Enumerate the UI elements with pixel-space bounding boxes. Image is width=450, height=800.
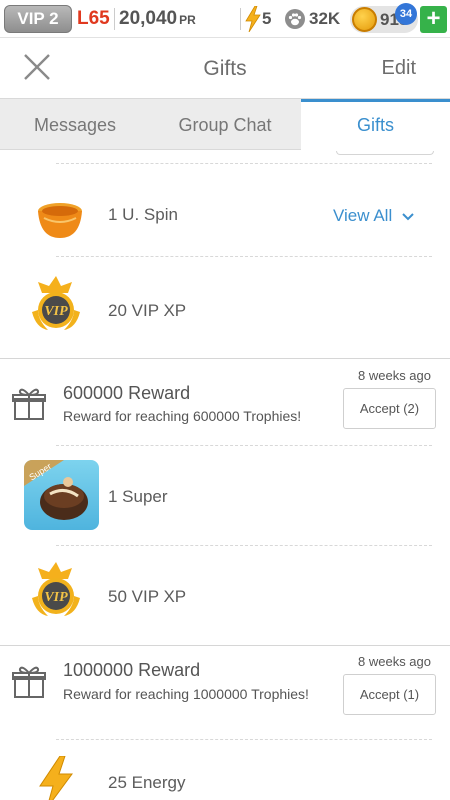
edit-button[interactable]: Edit [382, 57, 416, 80]
header: Gifts Edit [0, 38, 450, 98]
gifts-count-badge: 34 [395, 3, 417, 25]
gift-item-label: 50 VIP XP [108, 587, 187, 606]
reward-timestamp: 8 weeks ago [358, 368, 431, 383]
gift-item-label: 20 VIP XP [108, 301, 187, 320]
paws-value: 32K [309, 9, 341, 28]
vip-medal-icon: VIP [32, 562, 80, 616]
gift-item-label: 1 U. Spin [108, 205, 178, 224]
gift-icon [12, 388, 46, 420]
player-level: L65 [77, 8, 110, 29]
gift-list: 1 U. Spin View All VIP 20 VIP XP 600000 … [0, 151, 450, 800]
gift-item-label: 25 Energy [108, 773, 186, 792]
tab-messages[interactable]: Messages [0, 99, 150, 150]
coin-icon [352, 7, 377, 32]
vip-level-badge[interactable]: VIP 2 [4, 5, 72, 33]
divider [56, 163, 432, 164]
energy-icon [245, 6, 261, 32]
section-divider [0, 358, 450, 359]
reward-title: 600000 Reward [63, 383, 191, 403]
energy-value: 5 [262, 9, 272, 28]
spin-bowl-icon [38, 203, 82, 238]
tab-group-chat[interactable]: Group Chat [150, 99, 300, 150]
view-all-link[interactable]: View All [333, 206, 415, 226]
divider [114, 8, 115, 30]
paw-icon [285, 9, 305, 29]
chevron-down-icon [402, 212, 414, 220]
reward-timestamp: 8 weeks ago [358, 654, 431, 669]
section-divider [0, 645, 450, 646]
accept-button[interactable]: Accept (1) [343, 674, 436, 715]
divider [240, 8, 241, 30]
accept-button[interactable]: Accept (2) [343, 388, 436, 429]
status-bar: VIP 2 L65 20,040 PR 5 32K 913 + [0, 0, 450, 38]
partial-button [336, 151, 434, 155]
gift-icon [12, 666, 46, 698]
view-all-label: View All [333, 206, 393, 225]
divider [56, 256, 432, 257]
pr-value: 20,040 [119, 8, 178, 29]
pr-score: 20,040 PR [119, 8, 196, 30]
vip-medal-icon: VIP [32, 276, 80, 330]
pr-unit: PR [179, 13, 196, 27]
reward-subtitle: Reward for reaching 600000 Trophies! [63, 408, 302, 424]
vip-medal-text: VIP [44, 590, 68, 605]
energy-bolt-icon [39, 756, 73, 800]
divider [56, 445, 432, 446]
tab-gifts[interactable]: Gifts [301, 99, 450, 150]
divider [56, 739, 432, 740]
super-card-icon: Super [24, 460, 99, 530]
reward-title: 1000000 Reward [63, 660, 201, 680]
gift-item-label: 1 Super [108, 487, 168, 506]
tab-bar: Messages Group Chat Gifts [0, 98, 450, 150]
reward-subtitle: Reward for reaching 1000000 Trophies! [63, 686, 309, 702]
vip-medal-text: VIP [44, 304, 68, 319]
divider [56, 545, 432, 546]
buy-coins-button[interactable]: + [420, 6, 447, 33]
